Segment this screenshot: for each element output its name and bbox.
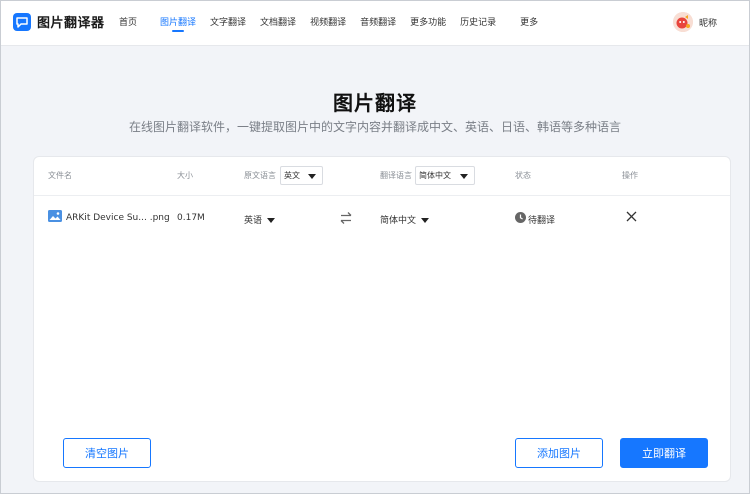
nav-item-video-translate[interactable]: 视频翻译 bbox=[310, 1, 346, 45]
image-file-icon bbox=[48, 210, 62, 222]
page-subtitle: 在线图片翻译软件，一键提取图片中的文字内容并翻译成中文、英语、日语、韩语等多种语… bbox=[128, 120, 621, 134]
nav-item-more[interactable]: 更多 bbox=[520, 1, 538, 45]
nav-item-audio-translate[interactable]: 音频翻译 bbox=[360, 1, 396, 45]
header-target-language: 翻译语言 bbox=[380, 171, 412, 180]
table-row: ARKit Device Su... .png 0.17M 英语 简体中文 待翻… bbox=[34, 197, 730, 237]
user-menu[interactable]: 昵称 bbox=[673, 12, 717, 32]
header-source-language: 原文语言 bbox=[244, 171, 276, 180]
chevron-down-icon bbox=[460, 174, 468, 179]
row-source-language-dropdown[interactable]: 英语 bbox=[244, 213, 276, 226]
page-title: 图片翻译 bbox=[333, 91, 417, 115]
source-language-select-value: 英文 bbox=[284, 171, 300, 180]
nav-item-document-translate[interactable]: 文档翻译 bbox=[260, 1, 296, 45]
swap-icon[interactable] bbox=[339, 211, 353, 225]
close-icon[interactable] bbox=[626, 211, 637, 222]
header-file-name: 文件名 bbox=[48, 171, 72, 180]
status-text: 待翻译 bbox=[528, 216, 556, 226]
file-size: 0.17M bbox=[177, 213, 205, 223]
file-name: ARKit Device Su... .png bbox=[66, 213, 170, 223]
nav-item-text-translate[interactable]: 文字翻译 bbox=[210, 1, 246, 45]
caret-down-icon bbox=[421, 218, 430, 223]
row-target-language-dropdown[interactable]: 简体中文 bbox=[380, 213, 430, 226]
table-header: 文件名 大小 原文语言 英文 翻译语言 简体中文 状态 操作 bbox=[34, 157, 730, 196]
main-nav: 首页 图片翻译 文字翻译 文档翻译 视频翻译 音频翻译 更多功能 历史记录 更多 bbox=[119, 1, 538, 45]
user-name: 昵称 bbox=[699, 18, 718, 29]
top-navigation-bar: 图片翻译器 首页 图片翻译 文字翻译 文档翻译 视频翻译 音频翻译 更多功能 历… bbox=[1, 1, 749, 46]
caret-down-icon bbox=[267, 218, 276, 223]
logo-text: 图片翻译器 bbox=[37, 16, 105, 31]
source-language-select[interactable]: 英文 bbox=[280, 166, 323, 185]
header-action: 操作 bbox=[622, 171, 638, 180]
header-status: 状态 bbox=[515, 171, 531, 180]
chat-bubble-icon bbox=[13, 12, 31, 31]
target-language-select[interactable]: 简体中文 bbox=[415, 166, 475, 185]
logo[interactable]: 图片翻译器 bbox=[13, 12, 105, 31]
header-size: 大小 bbox=[177, 171, 193, 180]
row-source-language: 英语 bbox=[244, 216, 263, 226]
nav-item-more-features[interactable]: 更多功能 bbox=[410, 1, 446, 45]
add-image-button[interactable]: 添加图片 bbox=[515, 438, 603, 468]
nav-item-home[interactable]: 首页 bbox=[119, 1, 137, 45]
row-target-language: 简体中文 bbox=[380, 216, 417, 226]
target-language-select-value: 简体中文 bbox=[419, 171, 451, 180]
nav-item-image-translate[interactable]: 图片翻译 bbox=[160, 1, 196, 45]
clock-icon bbox=[515, 212, 526, 223]
avatar bbox=[673, 12, 693, 32]
translate-now-button[interactable]: 立即翻译 bbox=[620, 438, 708, 468]
file-list-card: 文件名 大小 原文语言 英文 翻译语言 简体中文 状态 操作 ARKit Dev… bbox=[33, 156, 731, 482]
chevron-down-icon bbox=[308, 174, 316, 179]
clear-images-button[interactable]: 清空图片 bbox=[63, 438, 151, 468]
nav-item-history[interactable]: 历史记录 bbox=[460, 1, 496, 45]
